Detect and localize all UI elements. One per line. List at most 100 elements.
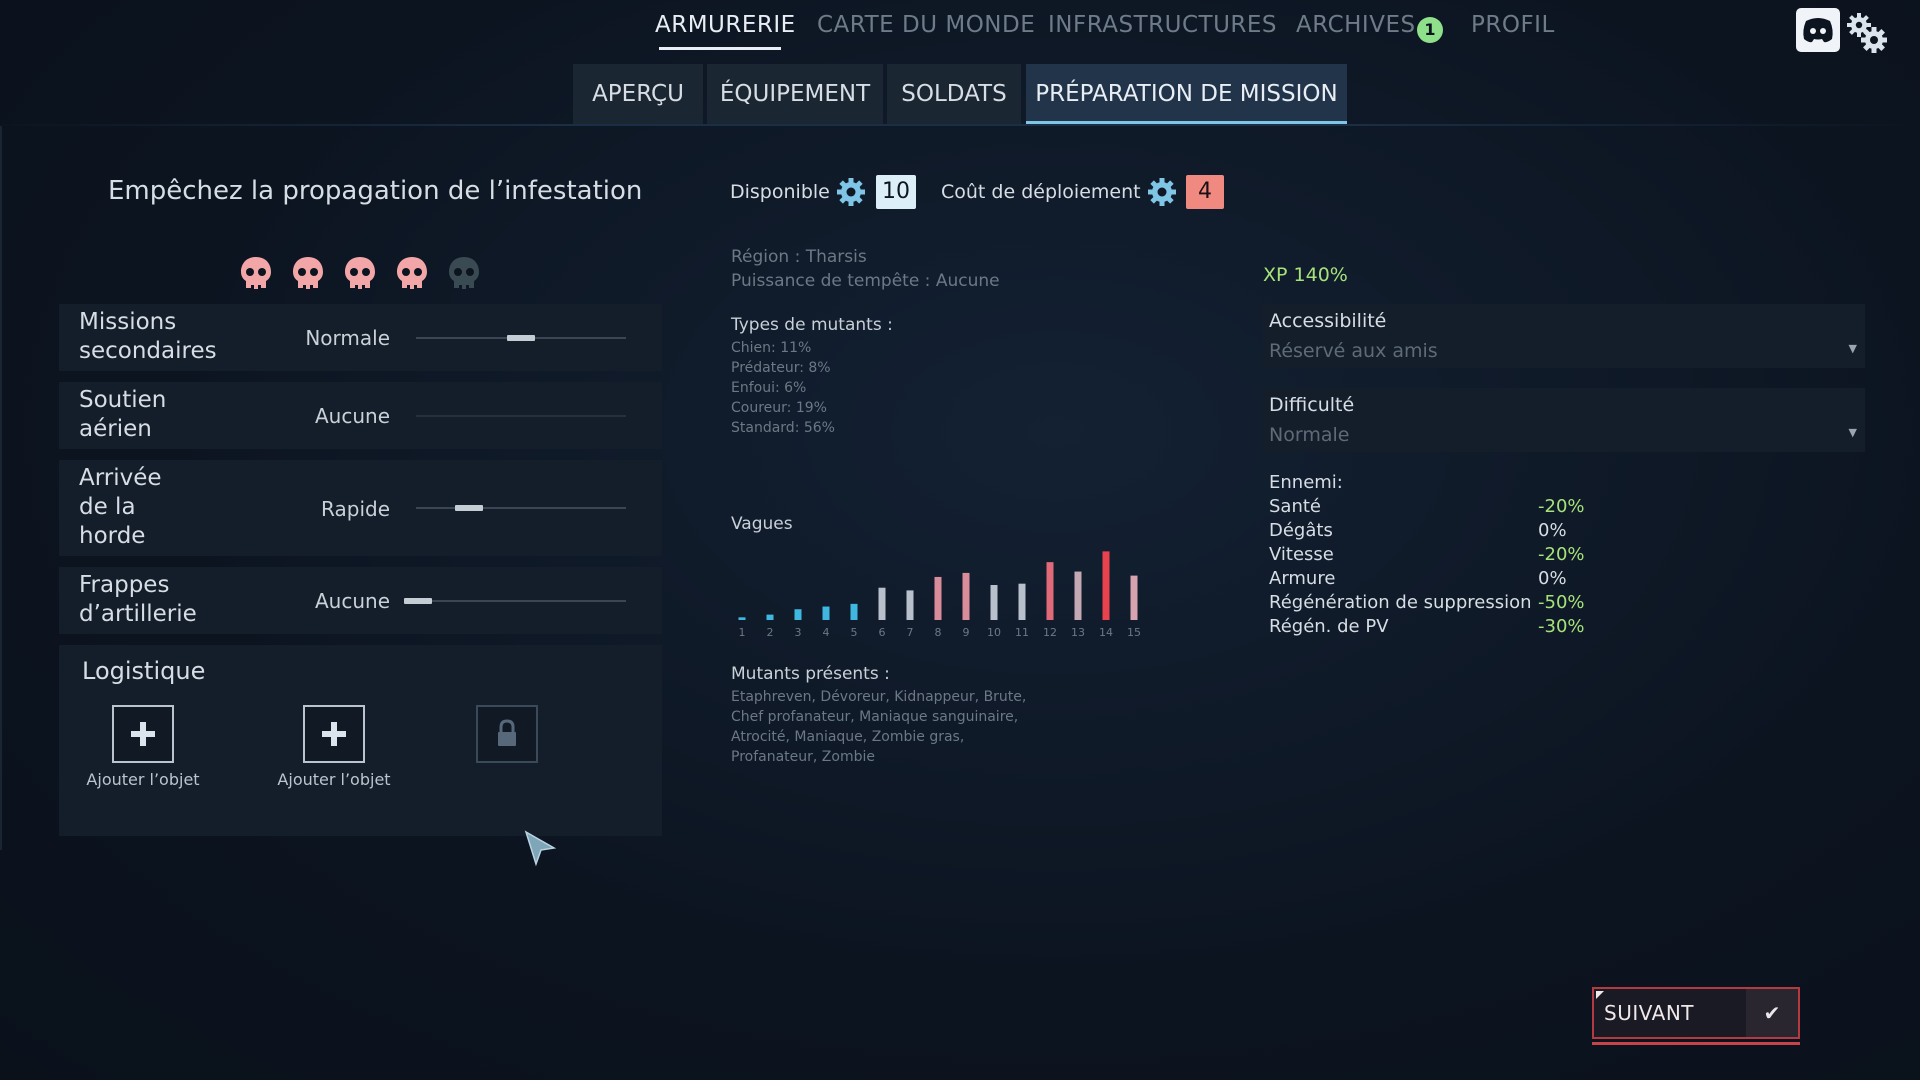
- gear-icon: [1148, 178, 1176, 206]
- option-value: Rapide: [321, 497, 390, 521]
- difficulty-dropdown[interactable]: Difficulté Normale ▼: [1263, 388, 1865, 452]
- corner-accent: [1596, 991, 1604, 999]
- enemy-stat-label: Santé: [1269, 496, 1321, 517]
- skull-icon: [293, 257, 323, 289]
- skull-icon: [397, 257, 427, 289]
- wave-tick-label: 1: [739, 626, 746, 639]
- add-item-label: Ajouter l’objet: [277, 770, 391, 789]
- option-label: Soutien aérien: [79, 387, 167, 442]
- discord-icon[interactable]: [1796, 8, 1840, 54]
- wave-tick-label: 7: [907, 626, 914, 639]
- wave-tick-label: 3: [795, 626, 802, 639]
- option-slider[interactable]: [416, 335, 626, 341]
- add-item-label: Ajouter l’objet: [86, 770, 200, 789]
- wave-tick-label: 4: [823, 626, 830, 639]
- nav-carte-du-monde[interactable]: CARTE DU MONDE: [817, 12, 1035, 38]
- mutant-types-title: Types de mutants :: [731, 315, 893, 335]
- gear-icon: [837, 178, 865, 206]
- wave-tick-label: 15: [1127, 626, 1141, 639]
- check-icon: ✔: [1746, 989, 1798, 1037]
- wave-tick-label: 14: [1099, 626, 1113, 639]
- option-arrivee-de-la-horde[interactable]: Arrivée de la horde Rapide: [59, 460, 662, 556]
- option-label: Frappes d’artillerie: [79, 572, 197, 627]
- plus-icon: [131, 722, 155, 746]
- next-button-underline: [1592, 1042, 1800, 1045]
- wave-bar-13: [1074, 571, 1082, 620]
- tab-equipement[interactable]: ÉQUIPEMENT: [707, 64, 883, 124]
- mutant-type: Prédateur: 8%: [731, 360, 831, 376]
- enemy-stat-value: -50%: [1538, 592, 1585, 613]
- nav-infrastructures[interactable]: INFRASTRUCTURES: [1048, 12, 1277, 38]
- settings-icon[interactable]: [1846, 12, 1890, 56]
- slider-thumb[interactable]: [455, 505, 483, 511]
- wave-bar-12: [1046, 562, 1054, 620]
- enemy-stat-value: 0%: [1538, 568, 1567, 589]
- wave-tick-label: 10: [987, 626, 1001, 639]
- difficulty-value: Normale: [1269, 424, 1350, 446]
- lock-icon: [498, 719, 516, 746]
- option-slider-disabled: [416, 415, 626, 417]
- nav-profil[interactable]: PROFIL: [1471, 12, 1555, 38]
- mutant-type: Enfoui: 6%: [731, 380, 807, 396]
- enemy-stat-label: Régénération de suppression: [1269, 592, 1532, 613]
- enemy-stat-label: Vitesse: [1269, 544, 1334, 565]
- wave-tick-label: 8: [935, 626, 942, 639]
- option-soutien-aerien[interactable]: Soutien aérien Aucune: [59, 382, 662, 449]
- skull-icon: [449, 257, 479, 289]
- accessibility-dropdown[interactable]: Accessibilité Réservé aux amis ▼: [1263, 304, 1865, 368]
- wave-bar-14: [1102, 551, 1110, 620]
- chevron-down-icon: ▼: [1848, 342, 1857, 355]
- option-slider[interactable]: [416, 505, 626, 511]
- wave-bar-15: [1130, 575, 1138, 620]
- deployment-cost-label: Coût de déploiement: [941, 181, 1141, 203]
- option-frappes-artillerie[interactable]: Frappes d’artillerie Aucune: [59, 567, 662, 634]
- option-label: Arrivée de la horde: [79, 465, 162, 549]
- present-mutants-line: Chef profanateur, Maniaque sanguinaire,: [731, 709, 1019, 725]
- wave-bar-11: [1018, 583, 1026, 620]
- available-label: Disponible: [730, 181, 830, 203]
- logistics-title: Logistique: [82, 657, 206, 685]
- skull-icon: [241, 257, 271, 289]
- xp-bonus: XP 140%: [1263, 264, 1348, 286]
- present-mutants-line: Profanateur, Zombie: [731, 749, 875, 765]
- option-slider[interactable]: [404, 598, 626, 604]
- slider-thumb[interactable]: [507, 335, 535, 341]
- mutant-type: Standard: 56%: [731, 420, 835, 436]
- wave-tick-label: 5: [851, 626, 858, 639]
- wave-tick-label: 2: [767, 626, 774, 639]
- mouse-cursor-icon: [524, 830, 557, 867]
- wave-bar-5: [850, 603, 858, 620]
- top-navigation: ARMURERIE CARTE DU MONDE INFRASTRUCTURES…: [0, 12, 1920, 52]
- enemy-stat-label: Armure: [1269, 568, 1336, 589]
- present-mutants-line: Etaphreven, Dévoreur, Kidnappeur, Brute,: [731, 689, 1027, 705]
- chevron-down-icon: ▼: [1848, 426, 1857, 439]
- wave-bar-2: [766, 614, 774, 620]
- nav-archives[interactable]: ARCHIVES: [1296, 12, 1416, 38]
- wave-tick-label: 13: [1071, 626, 1085, 639]
- wave-bar-9: [962, 572, 970, 620]
- sub-tabs: APERÇU ÉQUIPEMENT SOLDATS PRÉPARATION DE…: [0, 64, 1920, 124]
- wave-tick-label: 11: [1015, 626, 1029, 639]
- archives-badge: 1: [1417, 17, 1443, 43]
- enemy-stat-label: Dégâts: [1269, 520, 1333, 541]
- enemy-stat-value: -20%: [1538, 496, 1585, 517]
- tab-preparation-de-mission[interactable]: PRÉPARATION DE MISSION: [1026, 64, 1347, 124]
- tab-soldats[interactable]: SOLDATS: [887, 64, 1021, 124]
- slider-thumb[interactable]: [404, 598, 432, 604]
- enemy-stat-value: 0%: [1538, 520, 1567, 541]
- tab-apercu[interactable]: APERÇU: [573, 64, 703, 124]
- mutant-type: Chien: 11%: [731, 340, 812, 356]
- add-item-button[interactable]: [112, 705, 174, 763]
- next-button-label: SUIVANT: [1604, 1001, 1694, 1025]
- nav-armurerie[interactable]: ARMURERIE: [655, 12, 796, 38]
- locked-slot: [476, 705, 538, 763]
- present-mutants-title: Mutants présents :: [731, 664, 890, 684]
- wave-tick-label: 6: [879, 626, 886, 639]
- add-item-button[interactable]: [303, 705, 365, 763]
- wave-bar-3: [794, 609, 802, 620]
- option-missions-secondaires[interactable]: Missions secondaires Normale: [59, 304, 662, 371]
- wave-bar-4: [822, 606, 830, 620]
- enemy-stat-value: -30%: [1538, 616, 1585, 637]
- next-button[interactable]: SUIVANT ✔: [1592, 987, 1800, 1039]
- wave-bar-6: [878, 587, 886, 620]
